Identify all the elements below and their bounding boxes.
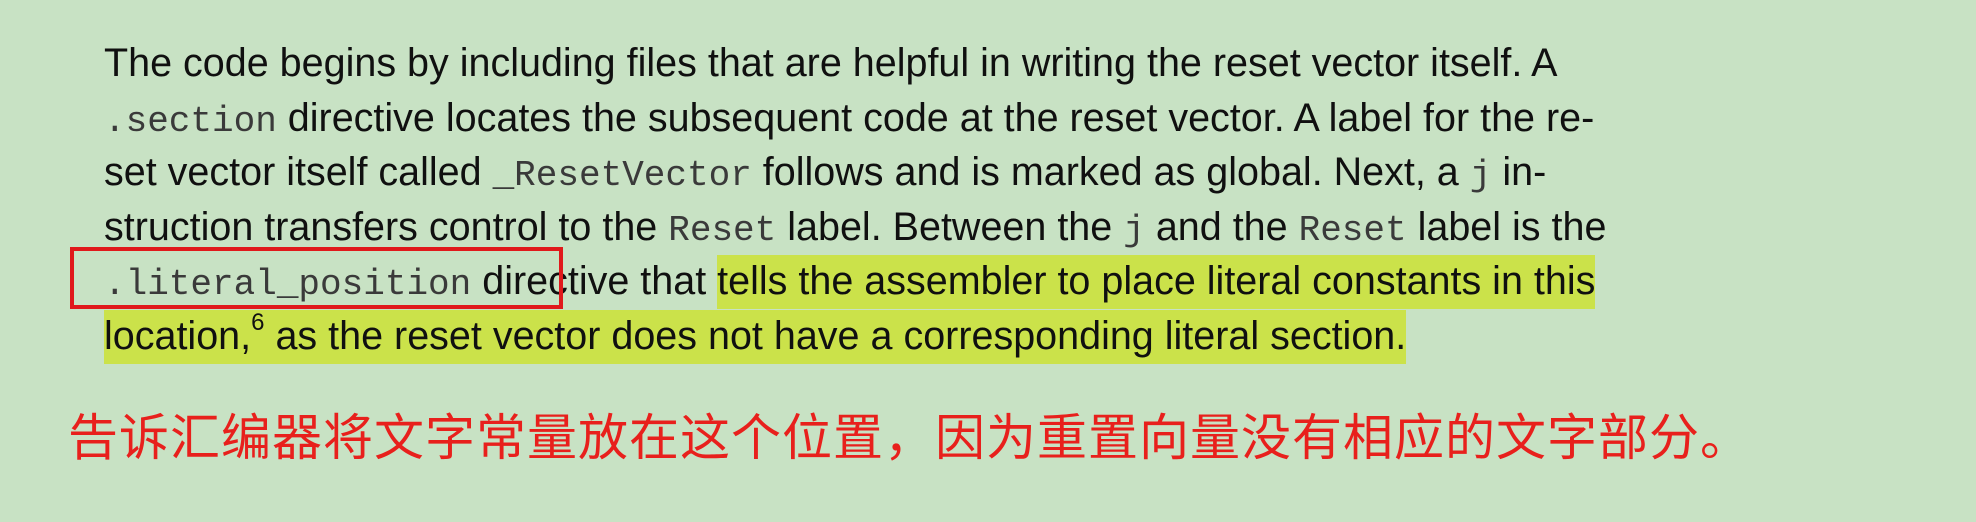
line-3-text-a: set vector itself called [104, 150, 493, 194]
code-section-directive: .section [104, 100, 277, 142]
paragraph-line-6: location,6 as the reset vector does not … [104, 309, 1974, 364]
highlighted-text-1: tells the assembler to place literal con… [717, 255, 1596, 309]
line-4-text-b: label. Between the [776, 204, 1124, 249]
code-reset-vector-label: _ResetVector [492, 155, 752, 196]
line-3-text-b: follows and is marked as global. Next, a [751, 150, 1470, 194]
code-reset-label: Reset [668, 209, 777, 251]
line-2-text: directive locates the subsequent code at… [276, 95, 1595, 140]
line-1-text: The code begins by including files that … [104, 41, 1558, 85]
line-3-text-c: in- [1491, 150, 1547, 194]
footnote-marker: 6 [251, 308, 265, 336]
code-j-instruction: j [1469, 155, 1492, 196]
paragraph-line-1: The code begins by including files that … [104, 36, 1974, 91]
highlighted-text-2: location,6 as the reset vector does not … [104, 308, 1407, 364]
paragraph-line-3: set vector itself called _ResetVector fo… [104, 145, 1974, 200]
line-4-text-c: and the [1144, 204, 1299, 249]
paragraph-line-2: .section directive locates the subsequen… [104, 91, 1974, 146]
code-reset-label-2: Reset [1298, 209, 1407, 251]
line-6-text-b: as the reset vector does not have a corr… [264, 313, 1407, 358]
chinese-translation: 告诉汇编器将文字常量放在这个位置，因为重置向量没有相应的文字部分。 [68, 409, 1751, 467]
paragraph-line-4: struction transfers control to the Reset… [104, 200, 1974, 255]
line-4-text-a: struction transfers control to the [104, 204, 669, 249]
code-j-instruction-2: j [1123, 209, 1145, 251]
line-4-text-d: label is the [1406, 204, 1607, 249]
document-paragraph: The code begins by including files that … [104, 36, 1974, 364]
annotation-box-literal-position [70, 247, 563, 309]
line-6-text-a: location, [104, 313, 252, 358]
